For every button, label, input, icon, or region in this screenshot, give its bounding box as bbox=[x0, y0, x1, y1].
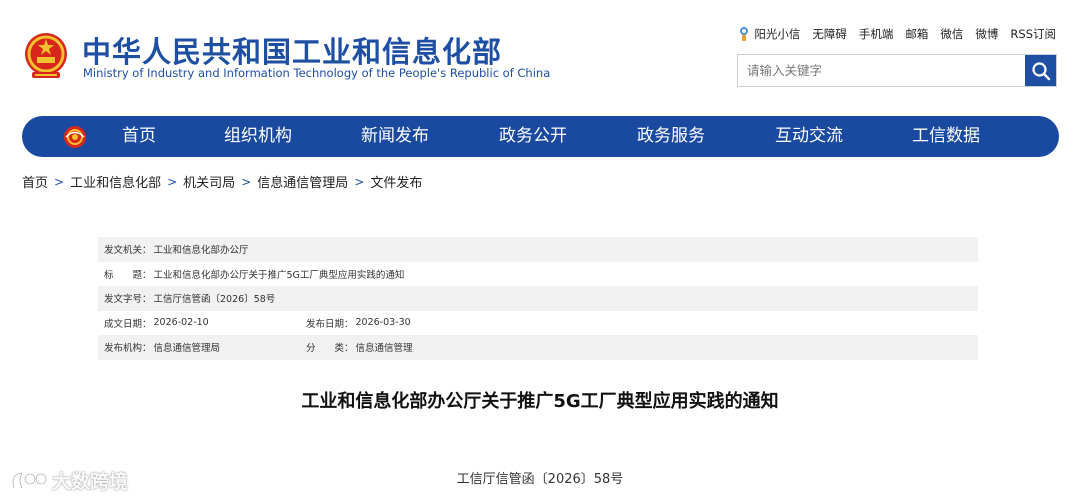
breadcrumb: 首页 > 工业和信息化部 > 机关司局 > 信息通信管理局 > 文件发布 bbox=[22, 172, 422, 192]
top-link-mail[interactable]: 邮箱 bbox=[905, 26, 928, 42]
watermark-logo-icon bbox=[11, 471, 48, 489]
top-link-mobile[interactable]: 手机端 bbox=[859, 26, 894, 42]
title-value: 工业和信息化部办公厅关于推广5G工厂典型应用实践的通知 bbox=[153, 269, 405, 281]
created-date-value: 2026-02-10 bbox=[153, 317, 209, 329]
site-subtitle: Ministry of Industry and Information Tec… bbox=[83, 66, 551, 80]
breadcrumb-bureau[interactable]: 信息通信管理局 bbox=[257, 172, 348, 191]
breadcrumb-home[interactable]: 首页 bbox=[22, 172, 48, 191]
info-row-org: 发布机构： 信息通信管理局 分 类： 信息通信管理 bbox=[98, 335, 978, 360]
category-label: 分 类： bbox=[306, 343, 354, 355]
nav-interaction[interactable]: 互动交流 bbox=[775, 116, 843, 157]
search-button[interactable] bbox=[1025, 55, 1056, 86]
search-icon bbox=[1031, 61, 1050, 80]
issuer-label: 发文机关： bbox=[104, 245, 152, 257]
breadcrumb-separator: > bbox=[354, 174, 365, 189]
miit-logo-icon bbox=[64, 126, 86, 148]
document-number: 工信厅信管函〔2026〕58号 bbox=[456, 472, 624, 487]
org-label: 发布机构： bbox=[104, 343, 152, 355]
nav-affairs-public[interactable]: 政务公开 bbox=[499, 116, 567, 157]
info-row-title: 标 题： 工业和信息化部办公厅关于推广5G工厂典型应用实践的通知 bbox=[98, 262, 978, 287]
top-links: 阳光小信 无障碍 手机端 邮箱 微信 微博 RSS订阅 bbox=[738, 26, 1056, 42]
nav-home[interactable]: 首页 bbox=[122, 116, 156, 157]
info-row-doc-no: 发文字号： 工信厅信管函〔2026〕58号 bbox=[98, 286, 978, 311]
search-input[interactable] bbox=[738, 55, 1026, 86]
top-link-rss[interactable]: RSS订阅 bbox=[1010, 26, 1056, 42]
nav-data[interactable]: 工信数据 bbox=[912, 116, 980, 157]
top-link-wechat[interactable]: 微信 bbox=[940, 26, 963, 42]
nav-services[interactable]: 政务服务 bbox=[637, 116, 705, 157]
breadcrumb-departments[interactable]: 机关司局 bbox=[183, 172, 235, 191]
nav-news[interactable]: 新闻发布 bbox=[361, 116, 429, 157]
published-date-label: 发布日期： bbox=[306, 318, 354, 330]
document-heading: 工业和信息化部办公厅关于推广5G工厂典型应用实践的通知 bbox=[301, 391, 779, 412]
breadcrumb-separator: > bbox=[241, 174, 252, 189]
info-row-dates: 成文日期： 2026-02-10 发布日期： 2026-03-30 bbox=[98, 311, 978, 336]
sunshine-mascot-icon bbox=[740, 27, 749, 41]
main-nav: 首页 组织机构 新闻发布 政务公开 政务服务 互动交流 工信数据 bbox=[22, 116, 1059, 157]
category-value: 信息通信管理 bbox=[355, 343, 413, 355]
info-row-issuer: 发文机关： 工业和信息化部办公厅 bbox=[98, 237, 978, 262]
nav-organization[interactable]: 组织机构 bbox=[224, 116, 292, 157]
watermark: 大数跨境 bbox=[8, 467, 128, 494]
top-link-sunshine[interactable]: 阳光小信 bbox=[754, 26, 800, 42]
published-date-value: 2026-03-30 bbox=[355, 317, 411, 329]
site-title: 中华人民共和国工业和信息化部 bbox=[82, 35, 503, 69]
org-value: 信息通信管理局 bbox=[153, 343, 221, 355]
national-emblem-icon bbox=[25, 33, 67, 78]
doc-no-value: 工信厅信管函〔2026〕58号 bbox=[153, 294, 276, 306]
title-label: 标 题： bbox=[104, 269, 152, 281]
breadcrumb-documents[interactable]: 文件发布 bbox=[370, 172, 422, 191]
watermark-text: 大数跨境 bbox=[52, 471, 129, 493]
top-link-weibo[interactable]: 微博 bbox=[975, 26, 998, 42]
doc-no-label: 发文字号： bbox=[104, 294, 152, 306]
breadcrumb-ministry[interactable]: 工业和信息化部 bbox=[70, 172, 161, 191]
breadcrumb-separator: > bbox=[167, 174, 178, 189]
created-date-label: 成文日期： bbox=[104, 318, 152, 330]
top-link-accessibility[interactable]: 无障碍 bbox=[812, 26, 847, 42]
document-info-table: 发文机关： 工业和信息化部办公厅 标 题： 工业和信息化部办公厅关于推广5G工厂… bbox=[98, 237, 978, 360]
sunshine-link[interactable]: 阳光小信 bbox=[738, 26, 800, 42]
breadcrumb-separator: > bbox=[54, 174, 65, 189]
site-header: 中华人民共和国工业和信息化部 Ministry of Industry and … bbox=[0, 0, 1080, 110]
issuer-value: 工业和信息化部办公厅 bbox=[153, 245, 249, 257]
search-box bbox=[737, 54, 1057, 87]
